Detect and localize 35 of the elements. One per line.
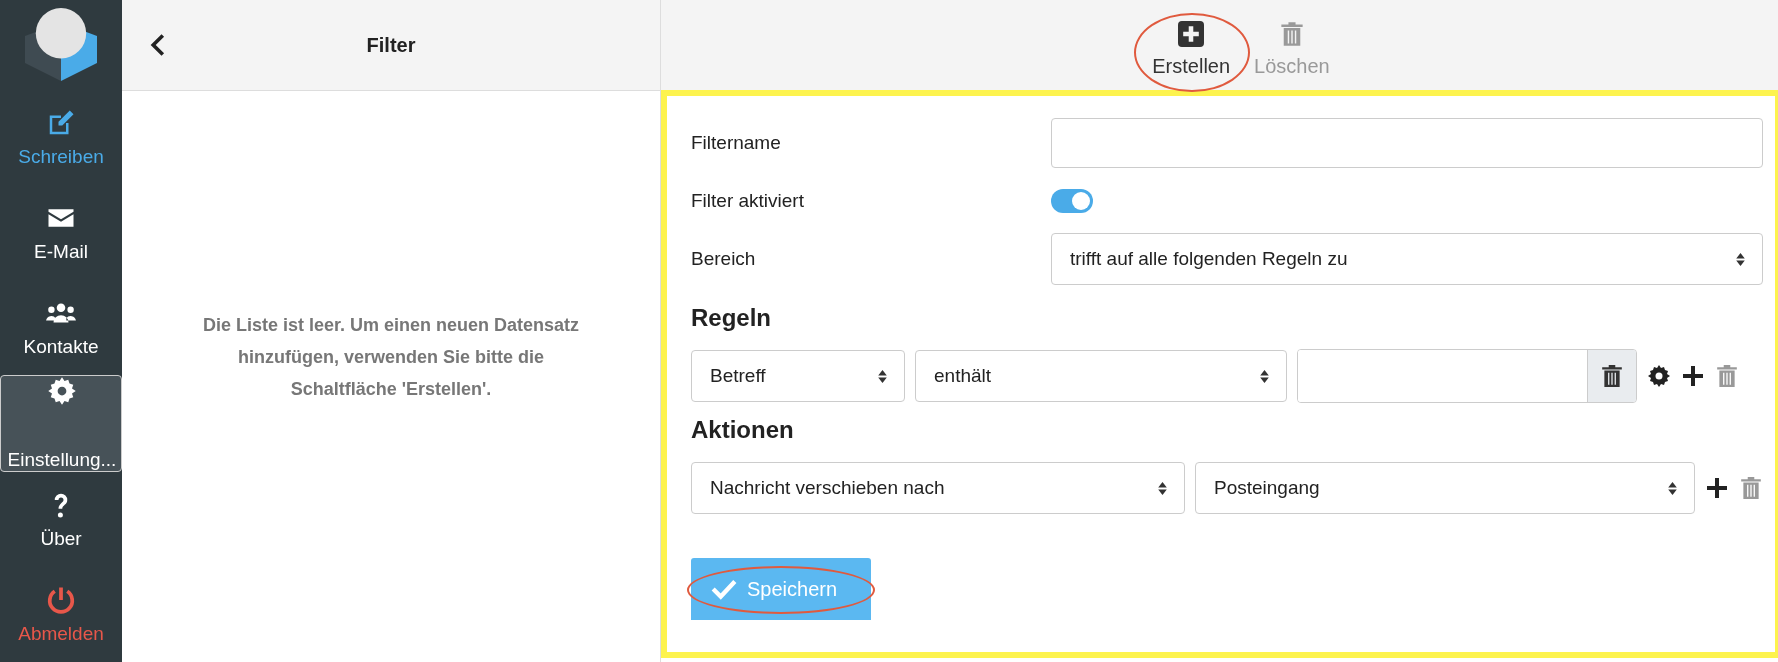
check-icon bbox=[711, 578, 737, 600]
select-field[interactable]: Betreff bbox=[691, 350, 905, 402]
field-label: Filter aktiviert bbox=[691, 190, 805, 212]
trash-icon bbox=[1278, 20, 1305, 47]
select-field[interactable]: Posteingang bbox=[1195, 462, 1695, 514]
toolbar-button[interactable]: Erstellen bbox=[1144, 16, 1239, 82]
settings-icon[interactable] bbox=[1647, 364, 1671, 388]
section-heading: Regeln bbox=[691, 304, 772, 332]
empty-message: Die Liste ist leer. Um einen neuen Datensatz hinzufügen, verwenden Sie bitte die Schaltfläche 'Erstellen'. bbox=[201, 313, 581, 401]
section-heading: Aktionen bbox=[691, 416, 795, 444]
sidebar-item[interactable]: E-Mail bbox=[0, 185, 122, 280]
dropdown-arrows-icon bbox=[1667, 480, 1678, 496]
sidebar-item[interactable]: Schreiben bbox=[0, 90, 122, 185]
select-field[interactable]: enthält bbox=[915, 350, 1287, 402]
plus-icon bbox=[1178, 20, 1205, 47]
select-field[interactable]: trifft auf alle folgenden Regeln zu bbox=[1051, 233, 1763, 285]
settings-icon bbox=[46, 376, 78, 406]
field-label: Bereich bbox=[691, 248, 757, 270]
toggle-switch[interactable] bbox=[1051, 189, 1093, 213]
sidebar-item[interactable]: Einstellung... bbox=[0, 375, 122, 472]
field-label: Filtername bbox=[691, 132, 782, 154]
dropdown-arrows-icon bbox=[877, 368, 888, 384]
plus-icon[interactable] bbox=[1705, 476, 1729, 500]
input-field[interactable] bbox=[1297, 349, 1637, 403]
panel-title: Filter bbox=[365, 33, 417, 57]
dropdown-arrows-icon bbox=[1735, 251, 1746, 267]
dropdown-arrows-icon bbox=[1259, 368, 1270, 384]
select-field[interactable]: Nachricht verschieben nach bbox=[691, 462, 1185, 514]
input-field[interactable] bbox=[1051, 118, 1763, 168]
plus-icon[interactable] bbox=[1681, 364, 1705, 388]
back-icon[interactable] bbox=[150, 33, 166, 57]
trash-icon[interactable] bbox=[1587, 350, 1636, 402]
sidebar-item[interactable]: Über bbox=[0, 472, 122, 567]
dropdown-arrows-icon bbox=[1157, 480, 1168, 496]
sidebar-item[interactable]: Kontakte bbox=[0, 280, 122, 375]
